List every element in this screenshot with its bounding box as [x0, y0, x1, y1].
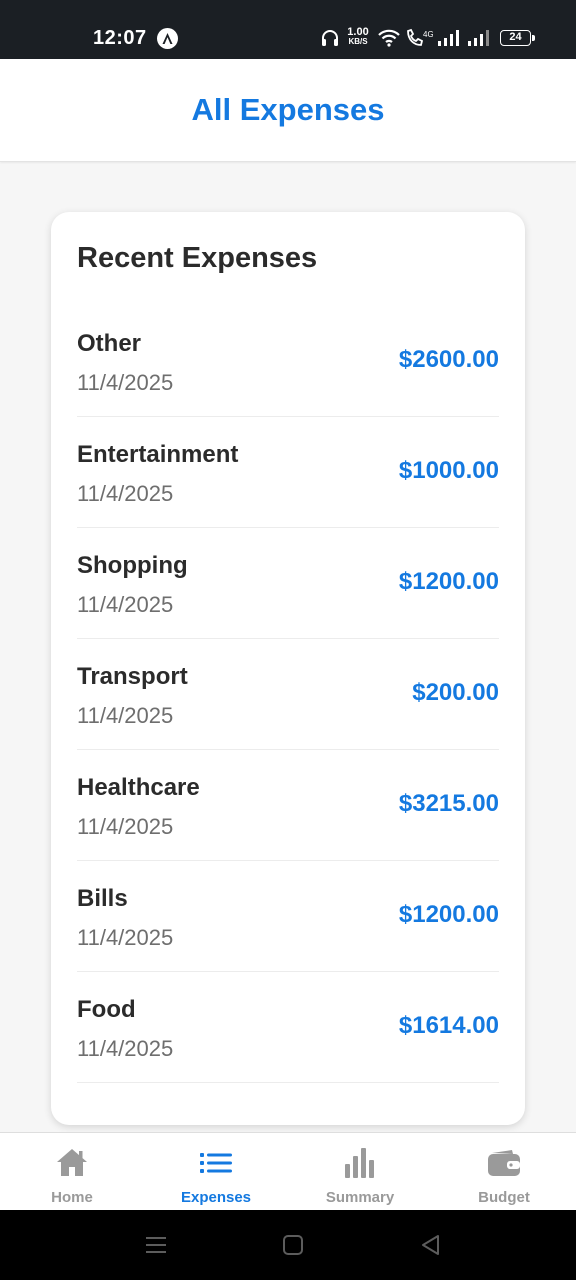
nav-label: Summary: [325, 1189, 395, 1206]
notification-app-icon: [157, 28, 178, 49]
headphones-icon: [322, 30, 338, 46]
bar-chart-icon: [345, 1148, 374, 1178]
nav-label: Budget: [478, 1189, 530, 1206]
system-nav-bar: [0, 1210, 576, 1280]
expense-row[interactable]: Entertainment 11/4/2025 $1000.00: [77, 417, 499, 528]
expense-category: Healthcare: [77, 774, 200, 801]
expense-category: Transport: [77, 663, 188, 690]
expense-date: 11/4/2025: [77, 814, 174, 839]
home-icon: [57, 1149, 87, 1176]
volte-call-icon: 4G: [407, 28, 433, 46]
wallet-icon: [488, 1150, 520, 1176]
bottom-nav: Home Expenses Summary Budget: [0, 1132, 576, 1211]
nav-item-home[interactable]: Home: [0, 1133, 144, 1211]
expense-amount: $1000.00: [398, 457, 499, 484]
page-title: All Expenses: [191, 92, 385, 127]
expense-date: 11/4/2025: [77, 592, 174, 617]
wifi-icon: [378, 29, 400, 47]
nav-item-summary[interactable]: Summary: [288, 1133, 432, 1211]
expense-row[interactable]: Other 11/4/2025 $2600.00: [77, 306, 499, 417]
nav-item-budget[interactable]: Budget: [432, 1133, 576, 1211]
expense-category: Food: [77, 996, 136, 1023]
svg-text:4G: 4G: [423, 30, 433, 39]
expense-category: Shopping: [77, 552, 188, 579]
signal-strength-2-icon: [468, 30, 489, 46]
expense-amount: $200.00: [412, 679, 499, 706]
expense-amount: $2600.00: [398, 346, 499, 373]
card-title: Recent Expenses: [77, 242, 318, 274]
list-icon: [200, 1153, 232, 1173]
expense-amount: $1614.00: [398, 1012, 499, 1039]
network-speed-unit: KB/S: [348, 37, 368, 46]
expense-date: 11/4/2025: [77, 925, 174, 950]
nav-label: Expenses: [180, 1189, 252, 1206]
expense-category: Bills: [77, 885, 128, 912]
expense-amount: $3215.00: [398, 790, 499, 817]
nav-item-expenses[interactable]: Expenses: [144, 1133, 288, 1211]
expense-list: Other 11/4/2025 $2600.00 Entertainment 1…: [77, 306, 499, 1083]
recent-expenses-card: Recent Expenses Other 11/4/2025 $2600.00…: [51, 212, 525, 1125]
expense-amount: $1200.00: [398, 901, 499, 928]
nav-label: Home: [51, 1189, 93, 1206]
expense-row[interactable]: Healthcare 11/4/2025 $3215.00: [77, 750, 499, 861]
expense-date: 11/4/2025: [77, 703, 174, 728]
network-speed: 1.00 KB/S: [343, 27, 373, 47]
expense-date: 11/4/2025: [77, 481, 174, 506]
expense-date: 11/4/2025: [77, 370, 174, 395]
home-button-icon[interactable]: [280, 1232, 306, 1258]
expense-amount: $1200.00: [398, 568, 499, 595]
app-header: All Expenses: [0, 59, 576, 162]
expense-row[interactable]: Shopping 11/4/2025 $1200.00: [77, 528, 499, 639]
battery-icon: 24: [500, 30, 535, 46]
expense-category: Entertainment: [77, 441, 239, 468]
signal-strength-icon: [438, 30, 459, 46]
status-time: 12:07: [93, 27, 147, 49]
expense-date: 11/4/2025: [77, 1036, 174, 1061]
recents-icon[interactable]: [143, 1232, 169, 1258]
expense-category: Other: [77, 330, 142, 357]
expense-row[interactable]: Food 11/4/2025 $1614.00: [77, 972, 499, 1083]
back-icon[interactable]: [418, 1232, 444, 1258]
expense-row[interactable]: Transport 11/4/2025 $200.00: [77, 639, 499, 750]
expense-row[interactable]: Bills 11/4/2025 $1200.00: [77, 861, 499, 972]
status-bar: 12:07 1.00 KB/S 4G 24: [0, 0, 576, 59]
